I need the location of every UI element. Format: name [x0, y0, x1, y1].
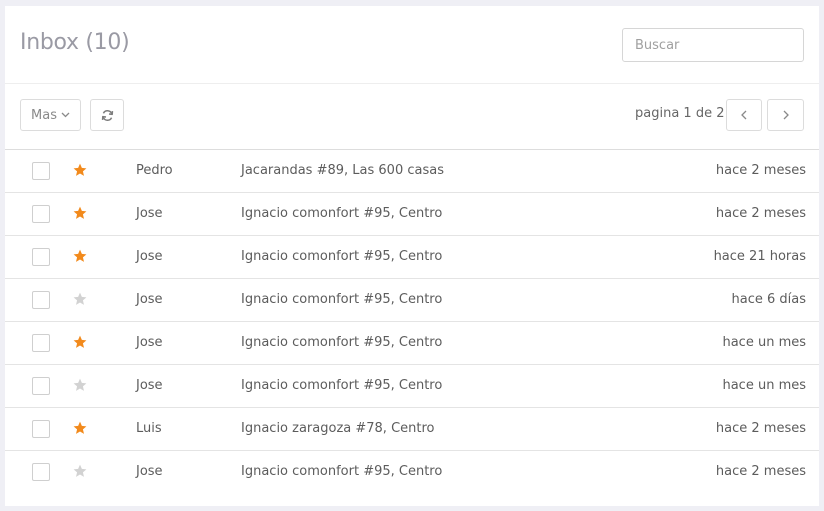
mail-list: Pedro Jacarandas #89, Las 600 casas hace… — [5, 150, 819, 493]
refresh-icon — [101, 109, 113, 121]
sender-name: Jose — [136, 249, 163, 264]
mail-time: hace 2 meses — [715, 464, 806, 479]
more-label: Mas — [31, 107, 57, 123]
mail-time: hace 2 meses — [715, 163, 806, 178]
mail-row[interactable]: Jose Ignacio comonfort #95, Centro hace … — [5, 236, 819, 279]
star-icon[interactable] — [72, 334, 88, 350]
row-checkbox[interactable] — [32, 463, 50, 481]
mail-subject: Jacarandas #89, Las 600 casas — [241, 163, 444, 178]
row-checkbox[interactable] — [32, 205, 50, 223]
mail-subject: Ignacio comonfort #95, Centro — [241, 335, 443, 350]
mail-row[interactable]: Luis Ignacio zaragoza #78, Centro hace 2… — [5, 408, 819, 451]
sender-name: Luis — [136, 421, 162, 436]
chevron-left-icon — [741, 110, 747, 120]
row-checkbox[interactable] — [32, 291, 50, 309]
mail-time: hace un mes — [722, 335, 806, 350]
star-icon[interactable] — [72, 463, 88, 479]
mail-subject: Ignacio comonfort #95, Centro — [241, 206, 443, 221]
pagination-text: pagina 1 de 2 — [635, 106, 725, 121]
row-checkbox[interactable] — [32, 377, 50, 395]
mail-subject: Ignacio comonfort #95, Centro — [241, 249, 443, 264]
mail-time: hace 2 meses — [715, 421, 806, 436]
chevron-down-icon — [61, 112, 70, 118]
sender-name: Jose — [136, 292, 163, 307]
mail-time: hace 2 meses — [715, 206, 806, 221]
row-checkbox[interactable] — [32, 248, 50, 266]
inbox-header: Inbox (10) — [5, 6, 819, 84]
mail-row[interactable]: Jose Ignacio comonfort #95, Centro hace … — [5, 193, 819, 236]
previous-page-button[interactable] — [726, 99, 762, 131]
star-icon[interactable] — [72, 291, 88, 307]
star-icon[interactable] — [72, 162, 88, 178]
mail-subject: Ignacio comonfort #95, Centro — [241, 464, 443, 479]
more-dropdown-button[interactable]: Mas — [20, 99, 81, 131]
mail-toolbar: Mas pagina 1 de 2 — [5, 84, 819, 150]
page-title: Inbox (10) — [20, 30, 130, 55]
mail-subject: Ignacio comonfort #95, Centro — [241, 378, 443, 393]
star-icon[interactable] — [72, 248, 88, 264]
mail-row[interactable]: Jose Ignacio comonfort #95, Centro hace … — [5, 451, 819, 493]
sender-name: Jose — [136, 464, 163, 479]
mail-row[interactable]: Jose Ignacio comonfort #95, Centro hace … — [5, 322, 819, 365]
mail-row[interactable]: Jose Ignacio comonfort #95, Centro hace … — [5, 365, 819, 408]
row-checkbox[interactable] — [32, 334, 50, 352]
mail-subject: Ignacio comonfort #95, Centro — [241, 292, 443, 307]
star-icon[interactable] — [72, 420, 88, 436]
sender-name: Jose — [136, 206, 163, 221]
inbox-panel: Inbox (10) Mas pagina 1 de 2 — [5, 6, 819, 506]
search-input[interactable] — [622, 28, 804, 62]
row-checkbox[interactable] — [32, 420, 50, 438]
next-page-button[interactable] — [767, 99, 804, 131]
sender-name: Jose — [136, 335, 163, 350]
mail-row[interactable]: Jose Ignacio comonfort #95, Centro hace … — [5, 279, 819, 322]
sender-name: Jose — [136, 378, 163, 393]
row-checkbox[interactable] — [32, 162, 50, 180]
mail-time: hace un mes — [722, 378, 806, 393]
refresh-button[interactable] — [90, 99, 124, 131]
mail-time: hace 6 días — [731, 292, 807, 307]
star-icon[interactable] — [72, 205, 88, 221]
mail-time: hace 21 horas — [713, 249, 806, 264]
chevron-right-icon — [783, 110, 789, 120]
mail-row[interactable]: Pedro Jacarandas #89, Las 600 casas hace… — [5, 150, 819, 193]
mail-subject: Ignacio zaragoza #78, Centro — [241, 421, 435, 436]
star-icon[interactable] — [72, 377, 88, 393]
sender-name: Pedro — [136, 163, 173, 178]
